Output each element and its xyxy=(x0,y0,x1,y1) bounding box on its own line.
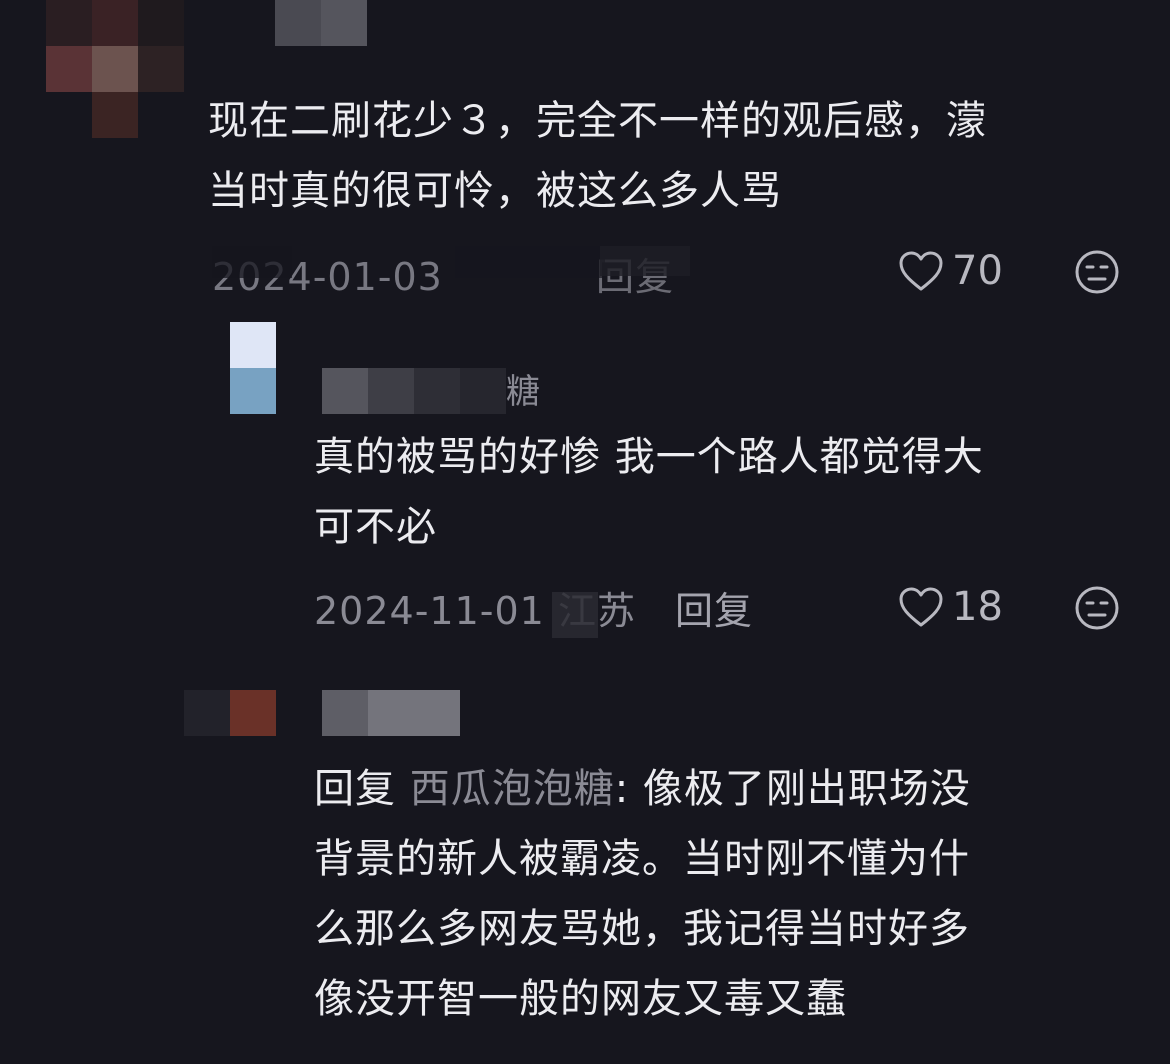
heart-icon xyxy=(898,250,944,292)
avatar[interactable] xyxy=(46,0,186,140)
heart-icon xyxy=(898,586,944,628)
comment-text: 现在二刷花少３，完全不一样的观后感，濛 当时真的很可怜，被这么多人骂 xyxy=(208,98,987,214)
comment-text: 真的被骂的好惨 我一个路人都觉得大 可不必 xyxy=(314,434,984,550)
meta-redaction xyxy=(212,246,292,278)
meh-face-icon[interactable] xyxy=(1074,249,1120,295)
like-button[interactable]: 18 xyxy=(898,584,1003,630)
reply-prefix: 回复 xyxy=(314,766,396,812)
meta-redaction xyxy=(600,246,690,276)
like-button[interactable]: 70 xyxy=(898,248,1003,294)
like-count: 70 xyxy=(952,248,1003,294)
comment-meta: 2024-11-01 江苏 回复 xyxy=(314,580,753,635)
comment-text: 回复 西瓜泡泡糖: 像极了刚出职场没 背景的新人被霸凌。当时刚不懂为什 么那么多… xyxy=(314,754,1134,1034)
avatar[interactable] xyxy=(230,322,276,414)
meta-redaction xyxy=(552,592,598,638)
avatar[interactable] xyxy=(184,690,276,736)
reply-link[interactable]: 回复 xyxy=(675,589,753,633)
mention-link[interactable]: 西瓜泡泡糖 xyxy=(410,766,615,812)
meta-redaction xyxy=(455,246,605,278)
username-redacted[interactable]: 糖 xyxy=(322,368,552,414)
comment-date: 2024-11-01 xyxy=(314,589,545,633)
like-count: 18 xyxy=(952,584,1003,630)
username-redacted[interactable] xyxy=(322,690,460,736)
username-redacted[interactable] xyxy=(275,0,367,46)
username-fragment: 糖 xyxy=(506,372,540,412)
meh-face-icon[interactable] xyxy=(1074,585,1120,631)
